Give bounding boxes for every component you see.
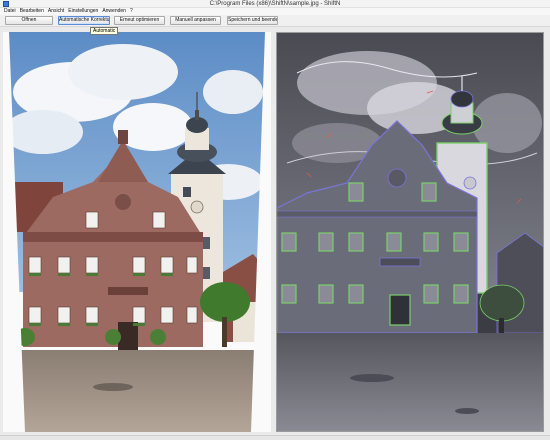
menu-ansicht[interactable]: Ansicht	[46, 8, 66, 15]
reoptimize-button[interactable]: Erneut optimieren	[114, 16, 165, 25]
original-image-panel[interactable]	[3, 32, 271, 432]
status-bar	[0, 435, 550, 440]
work-area	[0, 27, 550, 435]
open-button[interactable]: Öffnen	[5, 16, 53, 25]
title-bar: C:\Program Files (x86)\ShiftN\sample.jpg…	[0, 0, 550, 8]
window-title: C:\Program Files (x86)\ShiftN\sample.jpg…	[209, 1, 341, 7]
save-and-exit-button[interactable]: Speichern und beenden	[227, 16, 278, 25]
menu-datei[interactable]: Datei	[2, 8, 18, 15]
original-image	[3, 32, 271, 432]
menu-help[interactable]: ?	[128, 8, 135, 15]
menu-einstellungen[interactable]: Einstellungen	[66, 8, 100, 15]
menu-bar: Datei Bearbeiten Ansicht Einstellungen A…	[0, 8, 550, 15]
tooltip: Automatic	[90, 27, 119, 35]
edge-image-panel[interactable]	[276, 32, 544, 432]
menu-anwenden[interactable]: Anwenden	[100, 8, 128, 15]
toolbar: Öffnen Automatische Korrektur Erneut opt…	[0, 15, 550, 27]
menu-bearbeiten[interactable]: Bearbeiten	[18, 8, 46, 15]
edge-detected-image	[277, 33, 543, 431]
auto-correct-button[interactable]: Automatische Korrektur	[58, 16, 110, 25]
manual-adjust-button[interactable]: Manuell anpassen	[170, 16, 221, 25]
